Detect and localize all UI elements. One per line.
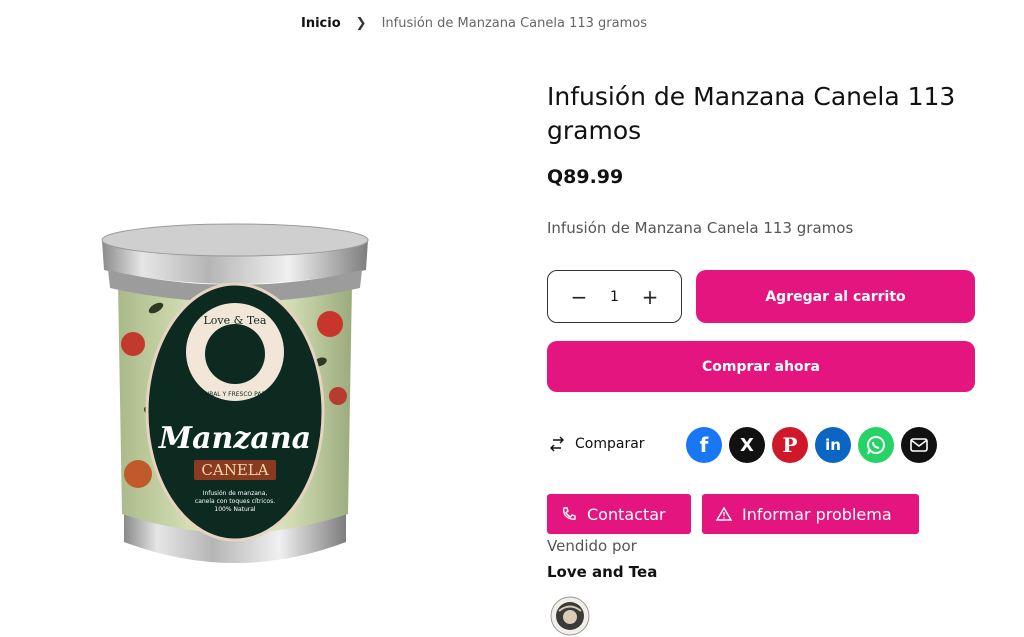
breadcrumb-current: Infusión de Manzana Canela 113 gramos — [381, 16, 647, 31]
facebook-icon[interactable]: f — [686, 427, 722, 463]
product-title: Infusión de Manzana Canela 113 gramos — [547, 82, 956, 145]
product-subname-text: CANELA — [201, 461, 268, 479]
quantity-value[interactable]: 1 — [610, 289, 619, 305]
breadcrumb-home-link[interactable]: Inicio — [301, 16, 341, 31]
warning-icon — [716, 506, 732, 521]
buy-now-button[interactable]: Comprar ahora — [547, 341, 975, 392]
contact-button[interactable]: Contactar — [547, 494, 691, 534]
chevron-right-icon: ❯ — [355, 16, 367, 31]
product-tagline-1: Infusión de manzana, — [203, 490, 268, 497]
pinterest-glyph: P — [782, 433, 798, 457]
product-tagline-2: canela con toques cítricos. — [195, 498, 275, 505]
add-to-cart-button[interactable]: Agregar al carrito — [696, 270, 975, 323]
product-info: Infusión de Manzana Canela 113 gramos Q8… — [547, 80, 987, 237]
facebook-glyph: f — [699, 433, 709, 457]
whatsapp-icon[interactable] — [858, 427, 894, 463]
product-name-text: Manzana — [158, 421, 311, 456]
increment-button[interactable]: + — [641, 287, 659, 307]
x-glyph: X — [740, 434, 754, 456]
breadcrumb: Inicio ❯ Infusión de Manzana Canela 113 … — [301, 16, 647, 31]
linkedin-glyph: in — [825, 436, 841, 454]
compare-label: Comparar — [575, 436, 645, 452]
product-price: Q89.99 — [547, 166, 624, 188]
phone-icon — [562, 507, 576, 520]
product-ring-text: NATURAL Y FRESCO PARA TI — [193, 391, 277, 398]
pinterest-icon[interactable]: P — [772, 427, 808, 463]
seller-name-link[interactable]: Love and Tea — [547, 563, 657, 581]
product-description: Infusión de Manzana Canela 113 gramos — [547, 219, 854, 237]
linkedin-icon[interactable]: in — [815, 427, 851, 463]
whatsapp-glyph — [867, 436, 885, 455]
decrement-button[interactable]: − — [570, 287, 588, 307]
product-image[interactable]: Love & Tea NATURAL Y FRESCO PARA TI Manz… — [98, 212, 372, 580]
product-brand-text: Love & Tea — [204, 314, 267, 327]
x-icon[interactable]: X — [729, 427, 765, 463]
email-icon[interactable] — [901, 427, 937, 463]
report-problem-button[interactable]: Informar problema — [702, 494, 919, 534]
product-tagline-3: 100% Natural — [214, 506, 256, 513]
sold-by-label: Vendido por — [547, 537, 637, 555]
quantity-stepper: − 1 + — [547, 270, 682, 323]
compare-button[interactable]: Comparar — [549, 436, 645, 452]
report-problem-label: Informar problema — [742, 504, 892, 524]
compare-arrows-icon — [550, 436, 564, 452]
seller-logo[interactable] — [550, 596, 590, 636]
contact-label: Contactar — [587, 504, 666, 524]
envelope-glyph — [910, 438, 928, 452]
share-buttons: f X P in — [686, 427, 937, 463]
